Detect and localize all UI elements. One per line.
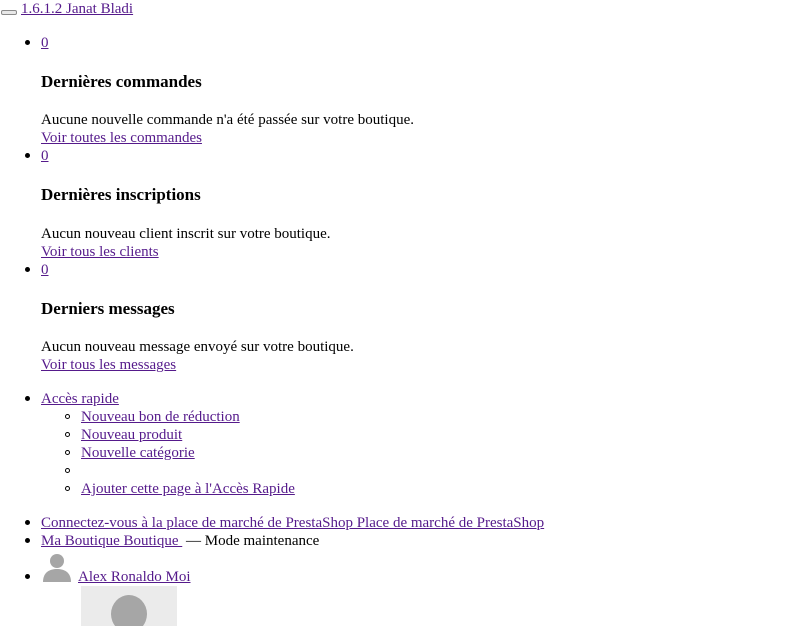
messages-message: Aucun nouveau message envoyé sur votre b… xyxy=(41,339,354,355)
quick-access-add-page[interactable]: Ajouter cette page à l'Accès Rapide xyxy=(81,480,295,498)
user-avatar-icon[interactable] xyxy=(41,551,73,583)
list-bullet xyxy=(25,267,30,272)
list-bullet xyxy=(25,396,30,401)
quick-access-new-product[interactable]: Nouveau produit xyxy=(81,426,182,444)
customers-title: Dernières inscriptions xyxy=(41,185,201,204)
sublist-bullet xyxy=(65,414,70,419)
list-bullet xyxy=(25,574,30,579)
orders-title: Dernières commandes xyxy=(41,72,202,91)
sublist-bullet xyxy=(65,486,70,491)
sublist-bullet xyxy=(65,450,70,455)
list-bullet xyxy=(25,538,30,543)
list-bullet xyxy=(25,520,30,525)
sublist-bullet xyxy=(65,468,70,473)
shop-row: Ma Boutique Boutique — Mode maintenance xyxy=(41,532,319,550)
view-all-messages-link[interactable]: Voir tous les messages xyxy=(41,356,176,374)
maintenance-status: — Mode maintenance xyxy=(186,533,320,549)
profile-avatar-icon xyxy=(81,586,177,626)
view-all-orders-link[interactable]: Voir toutes les commandes xyxy=(41,129,202,147)
shop-link[interactable]: Ma Boutique Boutique xyxy=(41,533,182,549)
customers-count-link[interactable]: 0 xyxy=(41,147,49,165)
user-name-link[interactable]: Alex Ronaldo Moi xyxy=(78,568,191,586)
sublist-bullet xyxy=(65,432,70,437)
view-all-customers-link[interactable]: Voir tous les clients xyxy=(41,243,159,261)
quick-access-new-voucher[interactable]: Nouveau bon de réduction xyxy=(81,408,240,426)
orders-message: Aucune nouvelle commande n'a été passée … xyxy=(41,112,414,128)
menu-toggle-button[interactable] xyxy=(1,10,17,15)
messages-count-link[interactable]: 0 xyxy=(41,261,49,279)
customers-message: Aucun nouveau client inscrit sur votre b… xyxy=(41,226,331,242)
list-bullet xyxy=(25,40,30,45)
messages-title: Derniers messages xyxy=(41,299,175,318)
marketplace-link[interactable]: Connectez-vous à la place de marché de P… xyxy=(41,514,544,532)
list-bullet xyxy=(25,153,30,158)
quick-access-new-category[interactable]: Nouvelle catégorie xyxy=(81,444,195,462)
orders-count-link[interactable]: 0 xyxy=(41,34,49,52)
version-link[interactable]: 1.6.1.2 Janat Bladi xyxy=(21,0,133,18)
quick-access-link[interactable]: Accès rapide xyxy=(41,390,119,408)
